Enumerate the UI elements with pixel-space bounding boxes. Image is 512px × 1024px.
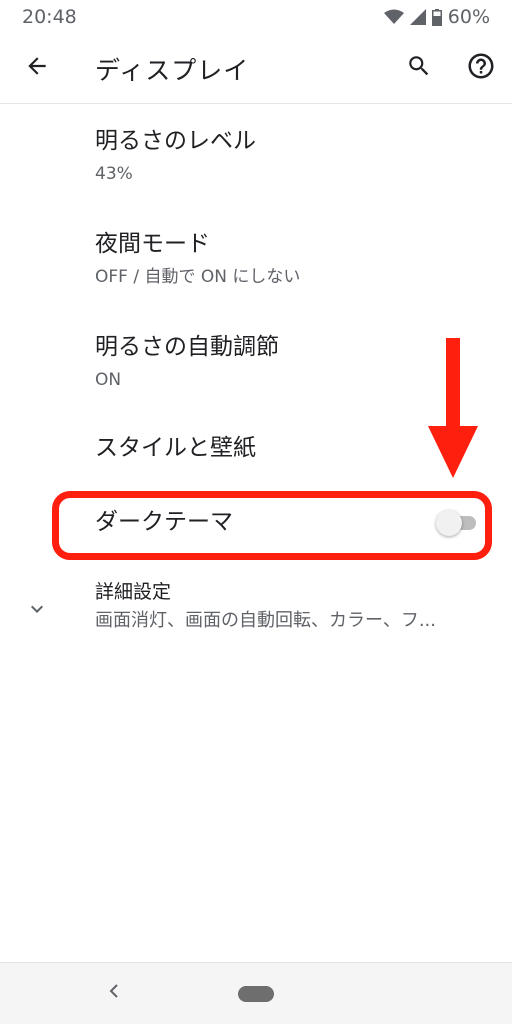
wifi-icon: [383, 9, 404, 25]
signal-icon: [409, 9, 426, 25]
page-title: ディスプレイ: [95, 56, 250, 85]
app-bar: ディスプレイ: [0, 34, 512, 104]
battery-icon: [431, 8, 442, 26]
setting-title: 明るさのレベル: [95, 128, 256, 154]
back-button[interactable]: [16, 47, 58, 89]
battery-percent: 60%: [447, 6, 490, 28]
search-button[interactable]: [398, 47, 440, 89]
back-arrow-icon: [24, 53, 50, 83]
status-bar: 20:48 60%: [0, 0, 512, 34]
status-time: 20:48: [22, 6, 77, 28]
annotation-arrow-icon: [425, 338, 481, 484]
nav-home-pill[interactable]: [238, 986, 274, 1002]
setting-summary: 43%: [95, 164, 133, 184]
status-icons: 60%: [383, 6, 490, 28]
help-button[interactable]: [460, 47, 502, 89]
nav-back-button[interactable]: [100, 979, 128, 1007]
display-settings-screen: 20:48 60% ディスプレイ 明るさのレベル 43% 夜間モード OFF /…: [0, 0, 512, 1024]
setting-brightness-level[interactable]: 明るさのレベル 43%: [95, 126, 485, 186]
setting-night-mode[interactable]: 夜間モード OFF / 自動で ON にしない: [95, 229, 485, 289]
annotation-highlight-box: [52, 491, 492, 560]
setting-title: 詳細設定: [95, 581, 172, 603]
chevron-down-icon: [22, 594, 52, 624]
setting-advanced[interactable]: 詳細設定 画面消灯、画面の自動回転、カラー、フ...: [0, 574, 512, 644]
setting-title: 夜間モード: [95, 231, 210, 257]
system-nav-bar: [0, 962, 512, 1024]
setting-summary: 画面消灯、画面の自動回転、カラー、フ...: [95, 610, 436, 631]
search-icon: [406, 53, 432, 83]
help-icon: [466, 51, 496, 85]
chevron-left-icon: [106, 983, 122, 1003]
setting-summary: OFF / 自動で ON にしない: [95, 267, 301, 287]
